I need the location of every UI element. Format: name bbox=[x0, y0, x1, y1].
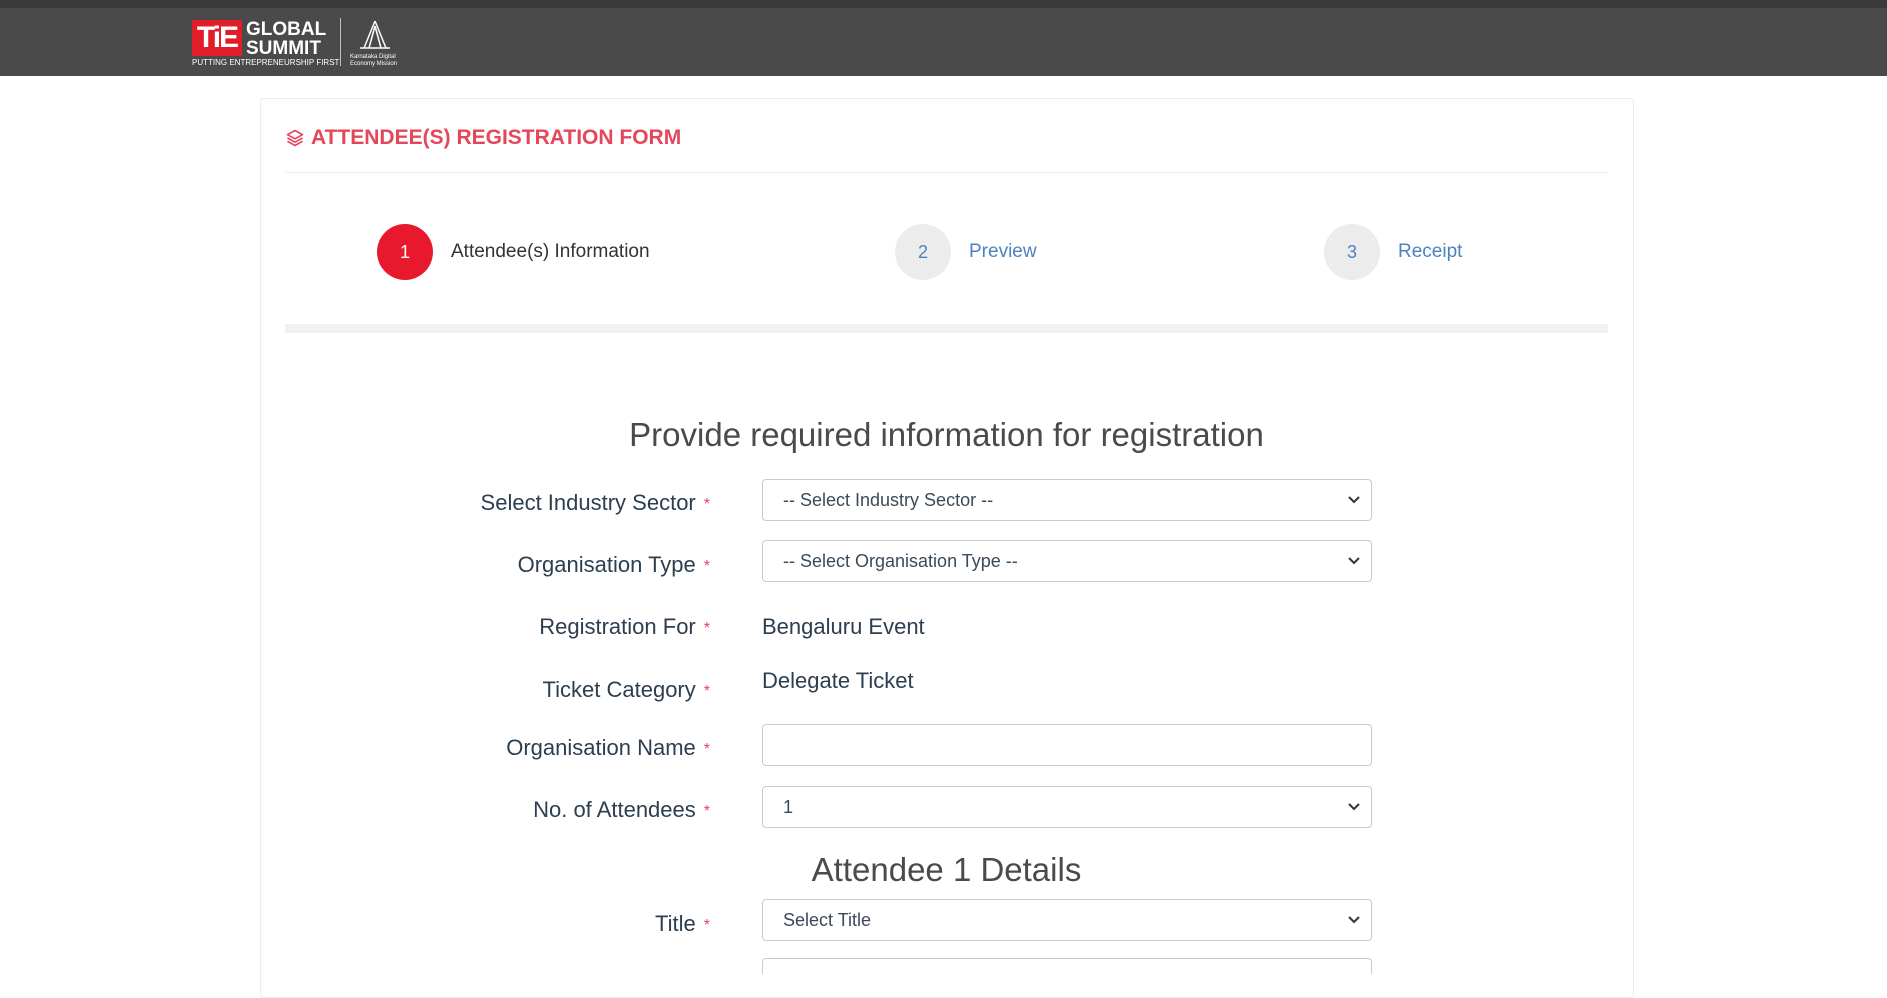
top-header-bar: TiE GLOBAL SUMMIT PUTTING ENTREPRENEURSH… bbox=[0, 0, 1887, 76]
step-preview[interactable]: 2 Preview bbox=[895, 224, 1037, 280]
step-label: Receipt bbox=[1398, 241, 1463, 262]
logo-line-summit: SUMMIT bbox=[246, 38, 321, 59]
tie-logo-mark: TiE bbox=[192, 20, 242, 56]
required-marker: * bbox=[703, 620, 710, 637]
step-label: Preview bbox=[969, 241, 1037, 262]
step-number-circle: 3 bbox=[1324, 224, 1380, 280]
organisation-name-input[interactable] bbox=[762, 724, 1372, 766]
industry-sector-select[interactable]: -- Select Industry Sector -- bbox=[762, 479, 1372, 521]
select-value: 1 bbox=[783, 796, 794, 817]
label-text: Ticket Category bbox=[542, 677, 696, 702]
next-field-partial[interactable] bbox=[762, 958, 1372, 974]
label-text: Registration For bbox=[539, 614, 696, 639]
organisation-type-label: Organisation Type * bbox=[240, 552, 710, 578]
required-marker: * bbox=[703, 917, 710, 934]
select-value: -- Select Industry Sector -- bbox=[783, 489, 994, 510]
title-divider bbox=[285, 172, 1608, 173]
organisation-type-select[interactable]: -- Select Organisation Type -- bbox=[762, 540, 1372, 582]
ticket-category-value: Delegate Ticket bbox=[762, 668, 914, 693]
step-label: Attendee(s) Information bbox=[451, 241, 650, 262]
required-marker: * bbox=[703, 496, 710, 513]
attendee-heading: Attendee 1 Details bbox=[811, 851, 1082, 888]
num-attendees-label: No. of Attendees * bbox=[240, 797, 710, 823]
chevron-down-icon bbox=[1348, 557, 1360, 565]
industry-sector-label: Select Industry Sector * bbox=[240, 490, 710, 516]
chevron-down-icon bbox=[1348, 916, 1360, 924]
required-marker: * bbox=[703, 683, 710, 700]
num-attendees-select[interactable]: 1 bbox=[762, 786, 1372, 828]
logo-divider bbox=[340, 18, 341, 66]
attendee-title-label: Title * bbox=[240, 911, 710, 937]
label-text: No. of Attendees bbox=[533, 797, 696, 822]
registration-for-label: Registration For * bbox=[240, 614, 710, 640]
wizard-progress-track bbox=[285, 324, 1608, 333]
required-marker: * bbox=[703, 803, 710, 820]
site-logo[interactable]: TiE GLOBAL SUMMIT PUTTING ENTREPRENEURSH… bbox=[192, 18, 402, 68]
logo-line-global: GLOBAL bbox=[246, 19, 327, 40]
organisation-name-label: Organisation Name * bbox=[240, 735, 710, 761]
required-marker: * bbox=[703, 558, 710, 575]
label-text: Title bbox=[655, 911, 696, 936]
label-text: Select Industry Sector bbox=[480, 490, 696, 515]
select-value: -- Select Organisation Type -- bbox=[783, 550, 1018, 571]
chevron-down-icon bbox=[1348, 496, 1360, 504]
ticket-category-label: Ticket Category * bbox=[240, 677, 710, 703]
partner-logo-text: Karnataka Digital Economy Mission bbox=[350, 54, 398, 67]
chevron-down-icon bbox=[1348, 803, 1360, 811]
section-heading: Provide required information for registr… bbox=[629, 416, 1264, 453]
header-top-strip bbox=[0, 0, 1887, 8]
form-title: ATTENDEE(S) REGISTRATION FORM bbox=[285, 126, 681, 150]
step-receipt[interactable]: 3 Receipt bbox=[1324, 224, 1462, 280]
layers-icon bbox=[286, 129, 304, 147]
label-text: Organisation Type bbox=[517, 552, 696, 577]
step-attendee-information[interactable]: 1 Attendee(s) Information bbox=[377, 224, 650, 280]
form-title-text: ATTENDEE(S) REGISTRATION FORM bbox=[311, 126, 682, 149]
required-marker: * bbox=[703, 741, 710, 758]
select-value: Select Title bbox=[783, 909, 872, 930]
step-number-circle: 2 bbox=[895, 224, 951, 280]
logo-tagline: PUTTING ENTREPRENEURSHIP FIRST bbox=[192, 58, 340, 67]
step-number-circle: 1 bbox=[377, 224, 433, 280]
attendee-title-select[interactable]: Select Title bbox=[762, 899, 1372, 941]
label-text: Organisation Name bbox=[506, 735, 696, 760]
registration-for-value: Bengaluru Event bbox=[762, 614, 925, 639]
logo-wordmark: GLOBAL SUMMIT bbox=[246, 20, 326, 58]
